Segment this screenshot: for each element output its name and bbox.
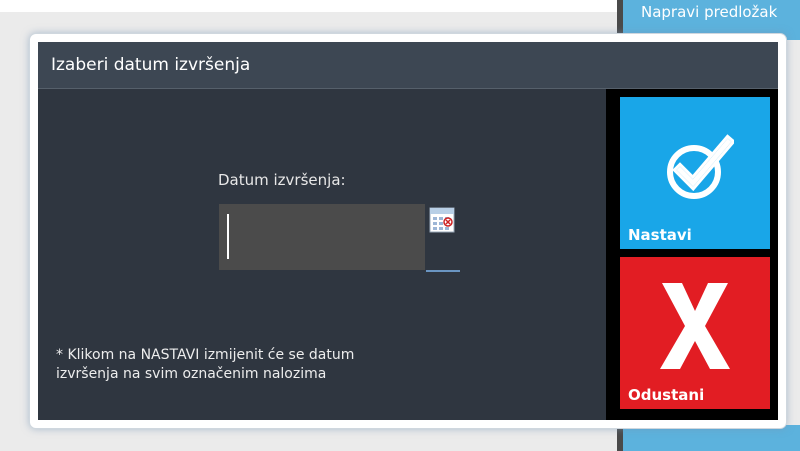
confirm-label: Nastavi bbox=[628, 226, 692, 244]
calendar-icon bbox=[429, 207, 455, 233]
action-panel: Nastavi Odustani bbox=[606, 89, 778, 420]
date-field-underline bbox=[426, 270, 460, 272]
info-note: * Klikom na NASTAVI izmijenit će se datu… bbox=[56, 346, 516, 384]
cancel-label: Odustani bbox=[628, 386, 705, 404]
info-note-line-1: * Klikom na NASTAVI izmijenit će se datu… bbox=[56, 347, 355, 363]
text-caret bbox=[227, 214, 229, 259]
date-input[interactable] bbox=[219, 204, 425, 270]
confirm-button[interactable]: Nastavi bbox=[620, 97, 770, 249]
dialog-title-bar: Izaberi datum izvršenja bbox=[38, 42, 778, 89]
info-note-line-2: izvršenja na svim označenim nalozima bbox=[56, 366, 327, 382]
background-tile-label: Napravi predložak bbox=[641, 3, 778, 21]
cancel-button[interactable]: Odustani bbox=[620, 257, 770, 409]
check-circle-icon bbox=[667, 134, 734, 199]
dialog-body: Izaberi datum izvršenja Datum izvršenja: bbox=[38, 42, 778, 420]
x-icon bbox=[660, 283, 730, 369]
dialog-content: Datum izvršenja: * Klikom na NASTAVI izm… bbox=[38, 89, 606, 420]
calendar-button[interactable] bbox=[427, 205, 457, 235]
date-dialog: Izaberi datum izvršenja Datum izvršenja: bbox=[29, 33, 787, 429]
dialog-title: Izaberi datum izvršenja bbox=[51, 55, 251, 75]
date-label: Datum izvršenja: bbox=[218, 171, 346, 189]
